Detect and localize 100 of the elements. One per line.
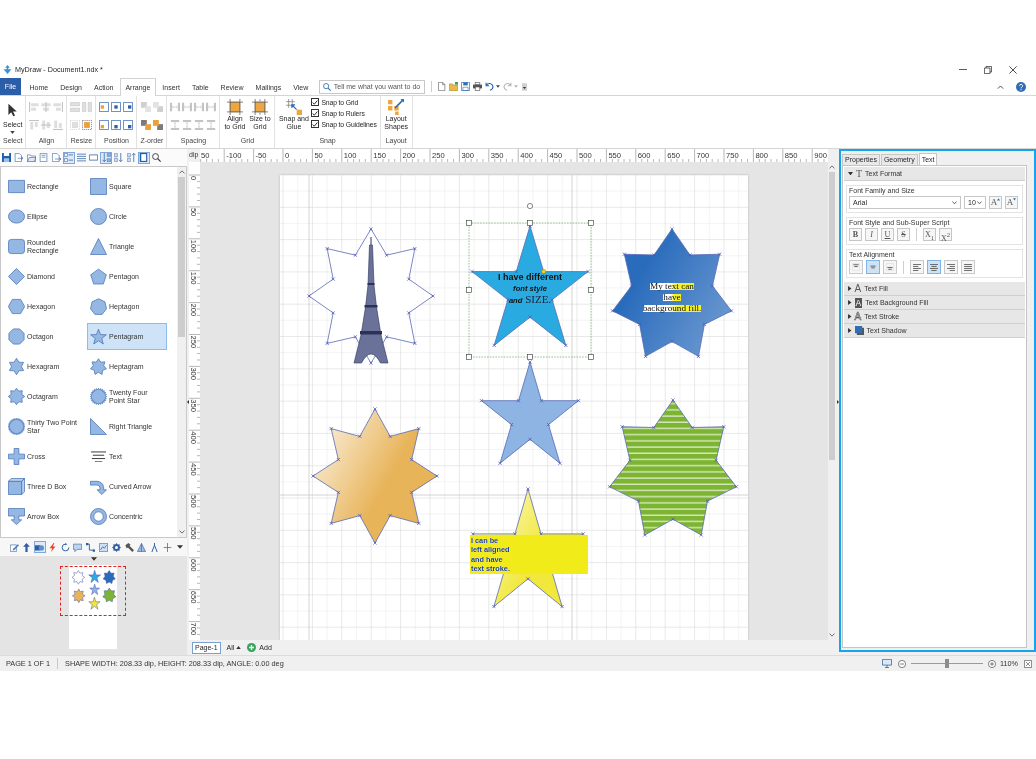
- format-button[interactable]: S: [897, 228, 910, 241]
- position-right-icon[interactable]: [123, 102, 134, 112]
- search-icon: [151, 153, 161, 162]
- position-left-icon[interactable]: [99, 102, 110, 112]
- collapsed-arrow-icon: [848, 314, 852, 319]
- toolbar-button[interactable]: [75, 151, 87, 164]
- undo-icon[interactable]: [484, 82, 494, 91]
- toolbar-button[interactable]: [135, 541, 148, 553]
- heptagon-icon: [90, 298, 107, 315]
- align-text-bottom-icon: [886, 263, 894, 271]
- open-folder-icon[interactable]: [448, 82, 458, 91]
- scrollbar-thumb[interactable]: [178, 177, 185, 337]
- scroll-up-icon[interactable]: [178, 170, 185, 174]
- twenty-four-point-star-icon: [90, 388, 107, 405]
- send-to-back-icon[interactable]: [152, 120, 163, 130]
- toolbar-button[interactable]: [8, 541, 20, 553]
- zoom-slider-thumb[interactable]: [944, 659, 949, 668]
- scrollbar[interactable]: [177, 167, 186, 537]
- position-center-icon[interactable]: [111, 102, 122, 112]
- rotate-handle[interactable]: [527, 203, 533, 209]
- bring-to-front-icon[interactable]: [140, 120, 151, 130]
- toolbar-button[interactable]: [150, 151, 162, 164]
- dropdown-caret-icon[interactable]: [177, 545, 184, 549]
- toolbar-button[interactable]: [110, 541, 123, 553]
- alignment-button[interactable]: [961, 260, 975, 274]
- alignment-button[interactable]: [866, 260, 880, 274]
- alignment-button[interactable]: [927, 260, 941, 274]
- toolbar-button[interactable]: [148, 541, 161, 553]
- pointer-icon: [8, 103, 18, 117]
- align-text-top-icon: [852, 263, 860, 271]
- toolbar-button[interactable]: [0, 151, 12, 164]
- toolbar-button[interactable]: [33, 541, 46, 553]
- chevron-up-icon[interactable]: [997, 84, 1004, 89]
- rectangle-icon: [8, 178, 25, 195]
- curved-arrow-icon: [90, 478, 107, 495]
- font-size-button[interactable]: A: [1005, 196, 1018, 209]
- page-thumbnail-drawing[interactable]: [69, 565, 117, 649]
- toolbar-button[interactable]: [25, 151, 37, 164]
- save-icon[interactable]: [460, 82, 470, 91]
- rectangle-outline-icon: [89, 153, 98, 162]
- checkbox[interactable]: [311, 98, 320, 106]
- resize-handle[interactable]: [466, 287, 472, 293]
- toolbar-button[interactable]: [84, 541, 97, 553]
- resize-handle[interactable]: [588, 220, 594, 226]
- control-point-handle[interactable]: [541, 269, 546, 274]
- scrollbar-thumb[interactable]: [829, 172, 835, 460]
- alignment-button[interactable]: [910, 260, 924, 274]
- checkbox[interactable]: [311, 120, 320, 128]
- alignment-button[interactable]: [849, 260, 863, 274]
- format-button[interactable]: X$^{2}$: [939, 228, 952, 241]
- toolbar-button[interactable]: [123, 541, 136, 553]
- list-icon: [76, 153, 86, 162]
- resize-handle[interactable]: [588, 354, 594, 360]
- auto-size-icon[interactable]: [82, 120, 93, 130]
- zoom-out-icon[interactable]: [897, 659, 906, 668]
- thirty-two-point-star-icon: [8, 418, 25, 435]
- scroll-up-icon[interactable]: [829, 165, 835, 169]
- toolbar-button[interactable]: [20, 541, 33, 553]
- chevron-down-icon: [952, 200, 957, 205]
- format-button[interactable]: B: [849, 228, 862, 241]
- grid-view-icon: [64, 153, 73, 162]
- format-button[interactable]: X$_{1}$: [923, 228, 936, 241]
- resize-handle[interactable]: [466, 220, 472, 226]
- viewport-frame[interactable]: [60, 566, 126, 616]
- alignment-button[interactable]: [944, 260, 958, 274]
- print-icon[interactable]: [472, 82, 482, 91]
- format-button[interactable]: I: [865, 228, 878, 241]
- alignment-button[interactable]: [883, 260, 897, 274]
- new-document-icon[interactable]: [436, 82, 446, 91]
- resize-handle[interactable]: [466, 354, 472, 360]
- position-bottom-right-icon[interactable]: [123, 120, 134, 130]
- scroll-down-icon[interactable]: [829, 633, 835, 637]
- caret-down-icon[interactable]: [495, 85, 500, 88]
- scroll-down-icon[interactable]: [178, 530, 185, 534]
- resize-handle[interactable]: [588, 287, 594, 293]
- position-bottom-left-icon[interactable]: [99, 120, 110, 130]
- toolbar-button[interactable]: [59, 541, 72, 553]
- edit-icon: [9, 542, 19, 552]
- compass-icon: [150, 542, 160, 552]
- toolbar-button[interactable]: [87, 151, 100, 164]
- help-icon[interactable]: [1016, 81, 1026, 92]
- pyramid-icon: [137, 542, 147, 552]
- checkbox[interactable]: [311, 109, 320, 117]
- align-text-center-icon: [930, 263, 938, 271]
- close-icon[interactable]: [1009, 65, 1017, 74]
- fit-page-icon[interactable]: [1024, 659, 1032, 668]
- search-icon: [322, 82, 331, 91]
- justify-text-icon: [964, 263, 972, 271]
- zoom-in-icon[interactable]: [987, 659, 996, 668]
- eight-point-star-icon: [8, 388, 25, 405]
- book-icon: [139, 153, 148, 162]
- toolbar-button[interactable]: [137, 151, 150, 164]
- monitor-icon[interactable]: [881, 659, 892, 668]
- position-bottom-icon[interactable]: [111, 120, 122, 130]
- toolbar-options-icon[interactable]: [521, 82, 527, 91]
- restore-icon[interactable]: [984, 65, 992, 74]
- format-button[interactable]: U: [881, 228, 894, 241]
- sort-up-icon: [126, 153, 136, 162]
- font-size-button[interactable]: A: [989, 196, 1002, 209]
- align-text-middle-icon: [869, 263, 877, 271]
